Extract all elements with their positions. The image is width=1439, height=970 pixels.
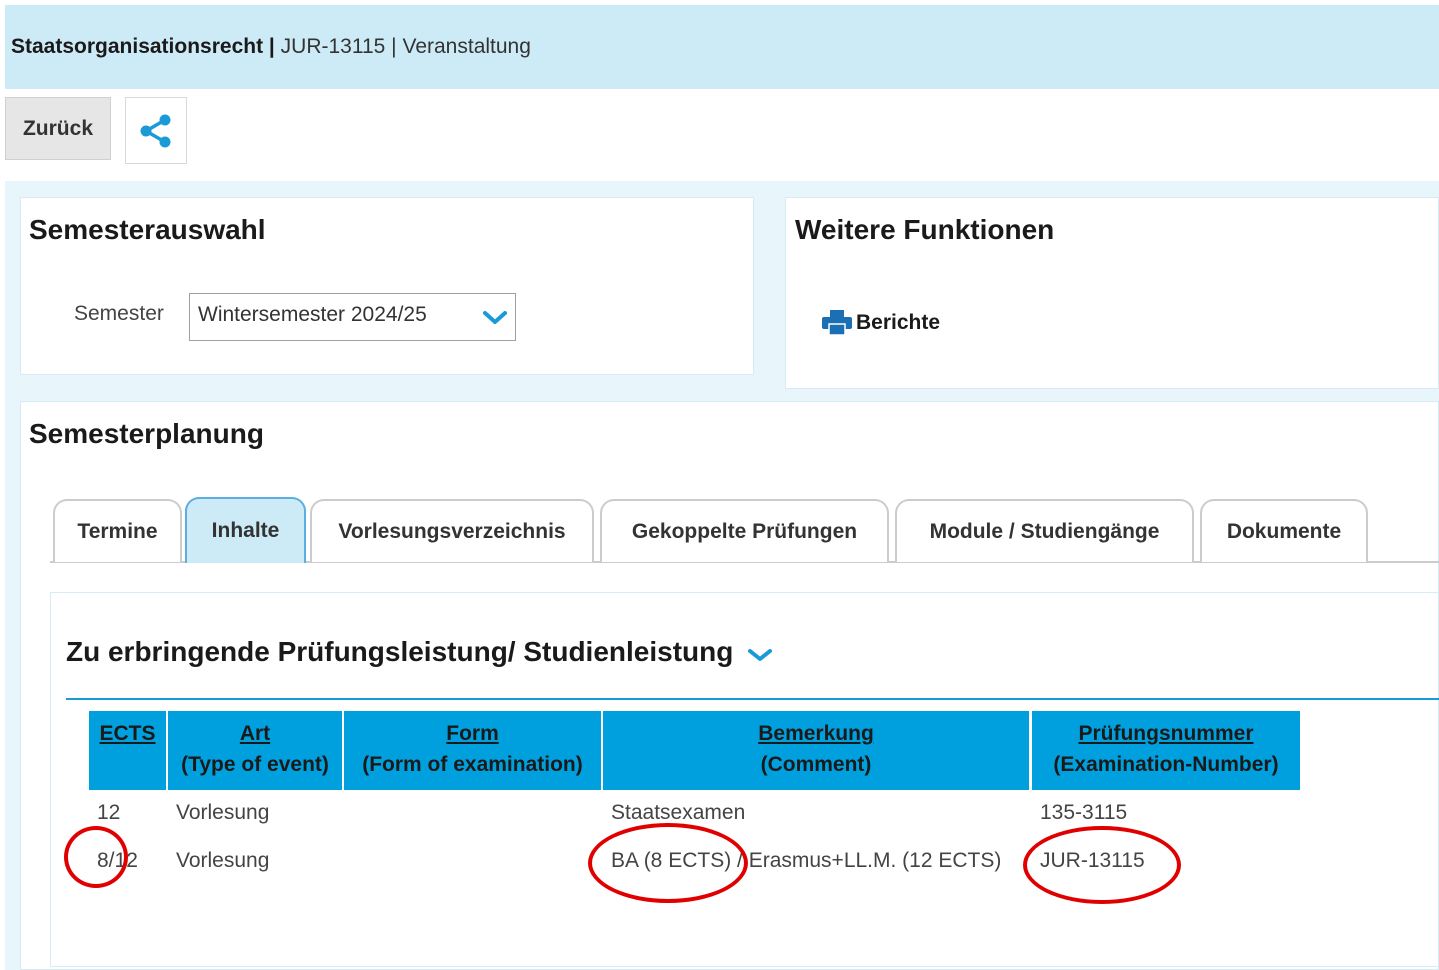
cell-pruefungsnummer: 135-3115: [1040, 801, 1128, 824]
cell-art: Vorlesung: [176, 849, 270, 872]
semester-panel-title: Semesterauswahl: [29, 214, 266, 245]
course-name: Staatsorganisationsrecht: [11, 35, 264, 58]
tab-gekoppelte-pruefungen[interactable]: Gekoppelte Prüfungen: [600, 499, 889, 562]
planning-tabs: Termine Inhalte Vorlesungsverzeichnis Ge…: [50, 497, 1439, 563]
sort-link-bemerkung[interactable]: Bemerkung: [758, 722, 874, 745]
semester-select[interactable]: Wintersemester 2024/25: [189, 293, 516, 341]
cell-ects: 8/12: [97, 849, 138, 872]
chevron-down-icon[interactable]: [747, 647, 773, 663]
semester-label: Semester: [74, 302, 164, 325]
reports-link[interactable]: Berichte: [822, 310, 940, 336]
exam-section-title: Zu erbringende Prüfungsleistung/ Studien…: [66, 636, 734, 667]
semester-select-value: Wintersemester 2024/25: [198, 303, 427, 326]
cell-ects: 12: [97, 801, 121, 824]
column-subtitle: (Form of examination): [362, 753, 583, 776]
cell-bemerkung: BA (8 ECTS) / Erasmus+LL.M. (12 ECTS): [611, 849, 1002, 872]
reports-label: Berichte: [856, 311, 941, 334]
sort-link-art[interactable]: Art: [240, 722, 270, 745]
tab-vorlesungsverzeichnis[interactable]: Vorlesungsverzeichnis: [310, 499, 594, 562]
sort-link-ects[interactable]: ECTS: [99, 722, 155, 745]
cell-art: Vorlesung: [176, 801, 270, 824]
column-header-bemerkung[interactable]: Bemerkung (Comment): [603, 711, 1029, 790]
sort-link-form[interactable]: Form: [446, 722, 499, 745]
sort-link-pruefungsnummer[interactable]: Prüfungsnummer: [1078, 722, 1253, 745]
chevron-down-icon: [483, 311, 507, 324]
tab-module-studiengaenge[interactable]: Module / Studiengänge: [895, 499, 1194, 562]
column-subtitle: (Examination-Number): [1053, 753, 1279, 776]
column-subtitle: (Type of event): [181, 753, 329, 776]
section-divider: [66, 698, 1439, 700]
planning-panel-title: Semesterplanung: [29, 418, 264, 449]
back-button[interactable]: Zurück: [5, 97, 111, 160]
column-header-art[interactable]: Art (Type of event): [168, 711, 342, 790]
share-icon: [140, 114, 171, 147]
column-header-ects[interactable]: ECTS: [89, 711, 166, 790]
tab-dokumente[interactable]: Dokumente: [1200, 499, 1368, 562]
page-title: Staatsorganisationsrecht | JUR-13115 | V…: [11, 35, 531, 59]
course-number: JUR-13115: [280, 35, 386, 58]
tab-inhalte[interactable]: Inhalte: [185, 497, 306, 563]
column-subtitle: (Comment): [760, 753, 872, 776]
tab-termine[interactable]: Termine: [53, 499, 182, 562]
cell-bemerkung: Staatsexamen: [611, 801, 746, 824]
printer-icon: [822, 310, 852, 336]
column-header-form[interactable]: Form (Form of examination): [344, 711, 601, 790]
cell-pruefungsnummer: JUR-13115: [1040, 849, 1145, 872]
share-button[interactable]: [125, 97, 187, 164]
title-separator: |: [268, 35, 275, 58]
exam-section-header[interactable]: Zu erbringende Prüfungsleistung/ Studien…: [66, 636, 773, 668]
column-header-pruefungsnummer[interactable]: Prüfungsnummer (Examination-Number): [1032, 711, 1300, 790]
title-separator: |: [391, 35, 397, 58]
course-type: Veranstaltung: [402, 35, 531, 58]
functions-panel-title: Weitere Funktionen: [795, 214, 1055, 245]
page-header: Staatsorganisationsrecht | JUR-13115 | V…: [5, 5, 1439, 89]
